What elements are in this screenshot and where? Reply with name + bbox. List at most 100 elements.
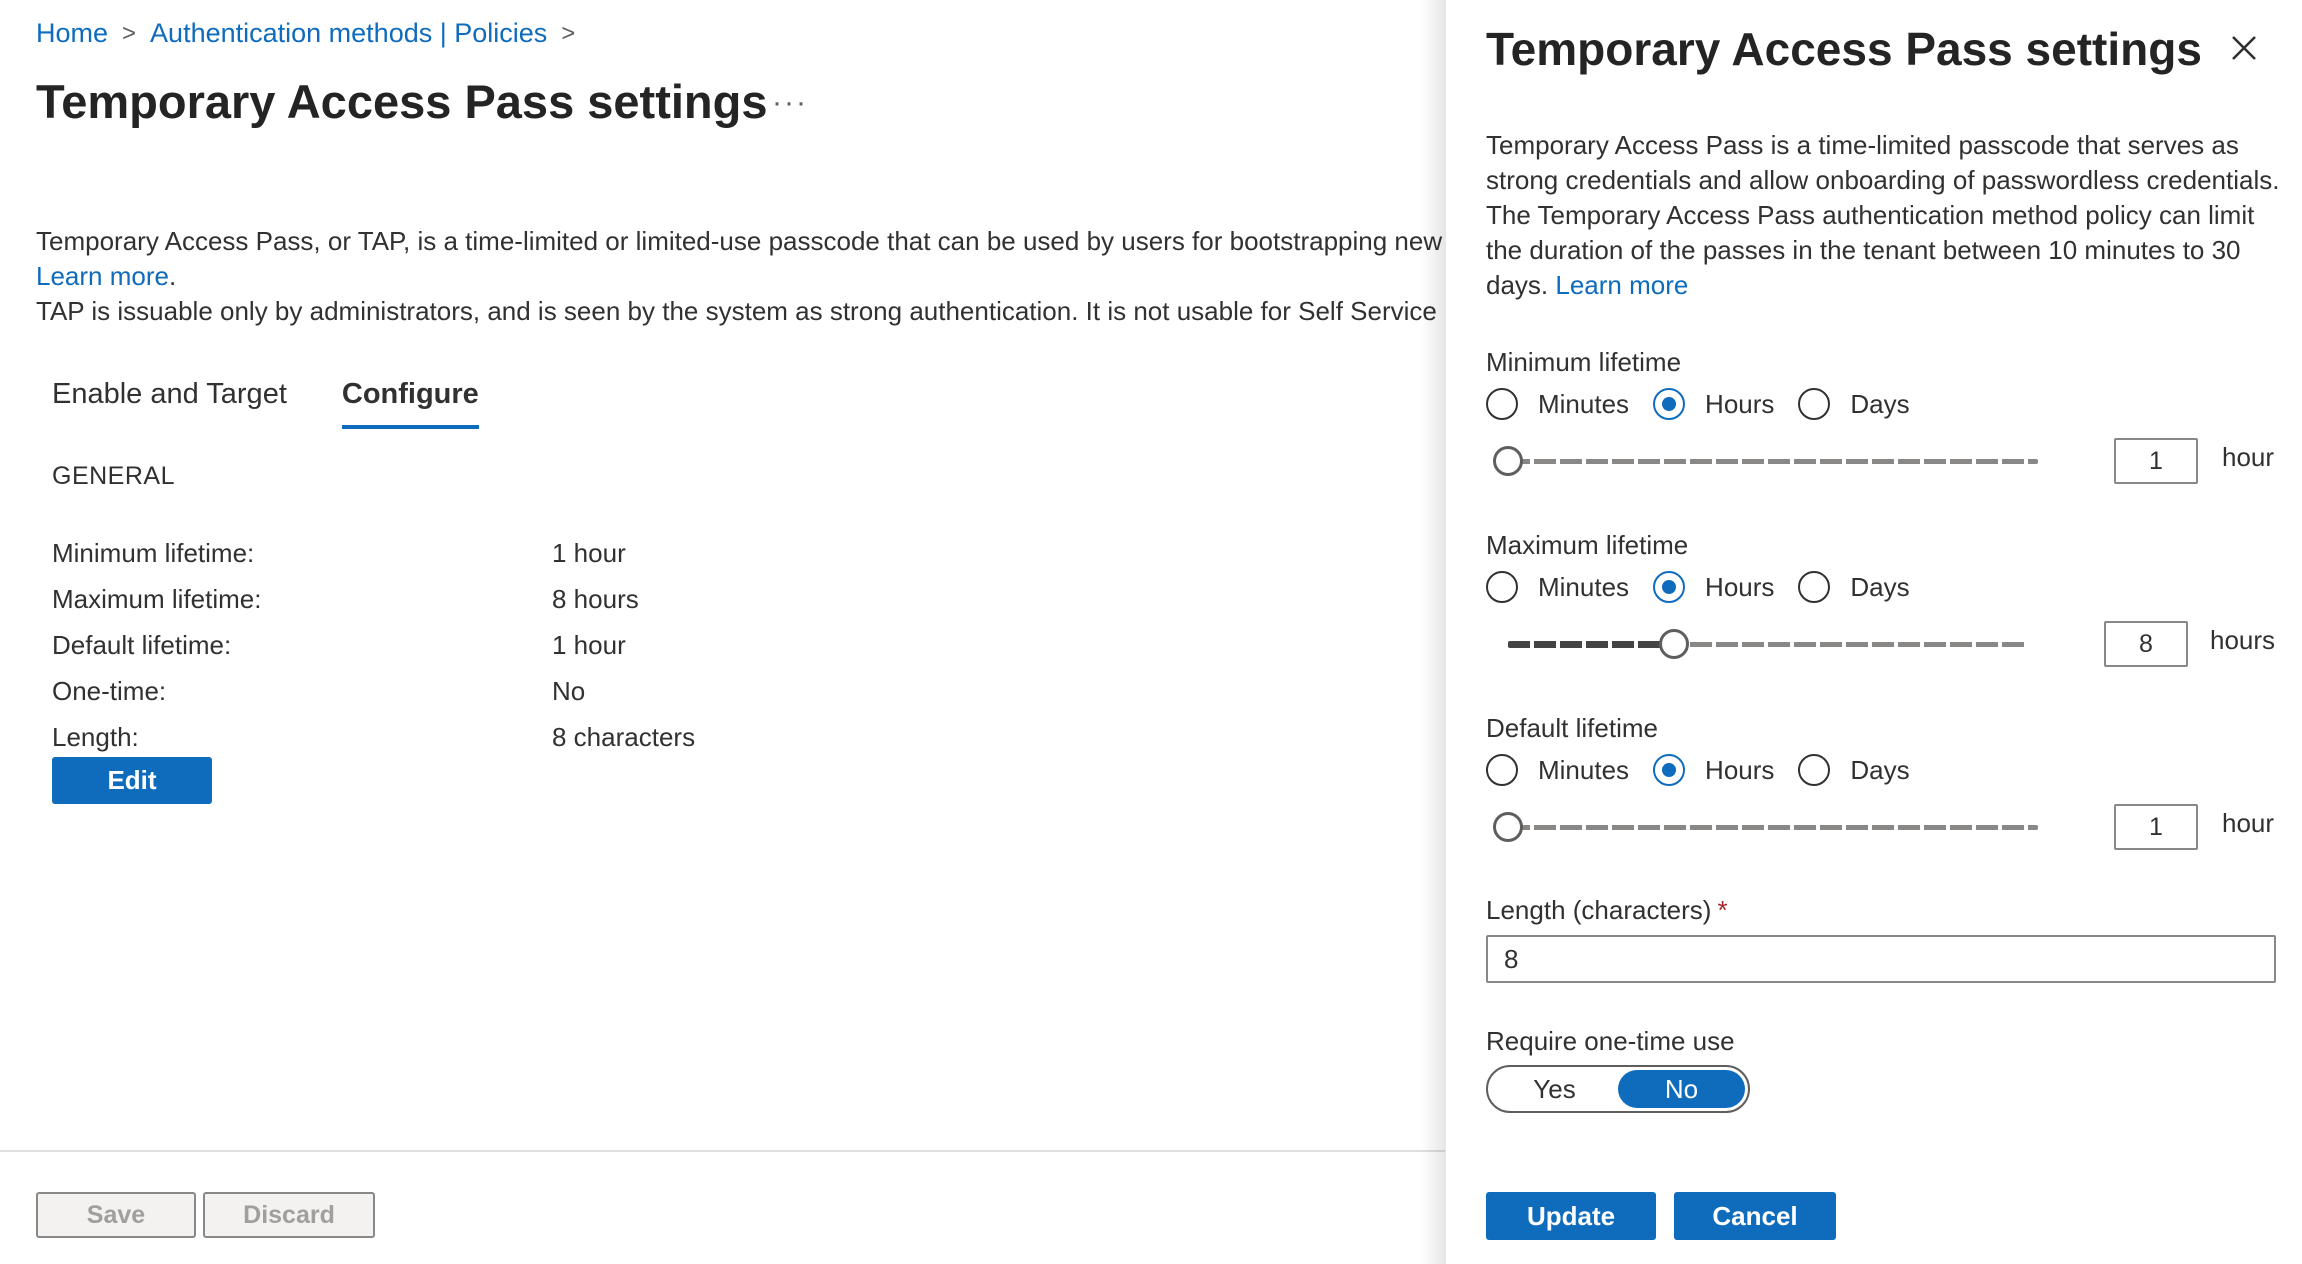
section-header-general: GENERAL — [52, 462, 175, 490]
summary-label: One-time: — [52, 675, 167, 706]
radio-circle — [1486, 754, 1518, 786]
radio-circle — [1653, 388, 1686, 420]
chevron-right-icon: > — [122, 19, 137, 47]
summary-label: Minimum lifetime: — [52, 537, 255, 568]
maximum-radio-minutes[interactable]: Minutes — [1486, 571, 1629, 603]
required-asterisk: * — [1717, 895, 1728, 925]
tab-configure[interactable]: Configure — [341, 378, 479, 429]
panel-learn-more-link[interactable]: Learn more — [1555, 270, 1688, 300]
maximum-lifetime-slider[interactable] — [1508, 627, 2028, 661]
summary-row-default-lifetime: Default lifetime: 1 hour — [52, 622, 695, 668]
summary-row-maximum-lifetime: Maximum lifetime: 8 hours — [52, 576, 695, 622]
one-time-use-toggle: Yes No — [1486, 1065, 1750, 1113]
summary-value: 1 hour — [552, 629, 626, 660]
slider-thumb[interactable] — [1493, 446, 1523, 476]
radio-label: Hours — [1705, 571, 1775, 602]
one-time-use-label: Require one-time use — [1486, 1026, 1735, 1056]
radio-label: Minutes — [1538, 388, 1630, 419]
one-time-no-option[interactable]: No — [1618, 1070, 1745, 1108]
summary-row-one-time: One-time: No — [52, 668, 695, 714]
default-radio-hours[interactable]: Hours — [1653, 754, 1774, 786]
minimum-lifetime-label: Minimum lifetime — [1486, 347, 1682, 377]
more-options-icon[interactable]: ··· — [772, 86, 808, 120]
radio-label: Minutes — [1538, 571, 1630, 602]
radio-label: Days — [1850, 388, 1910, 419]
slider-fill — [1508, 641, 1675, 648]
description-learn-more-line: Learn more. — [36, 259, 1446, 294]
minimum-lifetime-unit-group: Minutes Hours Days — [1486, 388, 1934, 420]
radio-label: Hours — [1705, 388, 1775, 419]
summary-value: 1 hour — [552, 537, 626, 568]
summary-value: No — [552, 675, 586, 706]
length-input[interactable]: 8 — [1486, 935, 2276, 983]
radio-circle — [1653, 571, 1686, 603]
radio-circle — [1653, 754, 1686, 786]
one-time-yes-option[interactable]: Yes — [1491, 1070, 1618, 1108]
minimum-lifetime-slider[interactable] — [1493, 444, 2038, 478]
radio-label: Days — [1850, 754, 1910, 785]
slider-thumb[interactable] — [1659, 629, 1690, 659]
maximum-radio-days[interactable]: Days — [1798, 571, 1910, 603]
summary-row-minimum-lifetime: Minimum lifetime: 1 hour — [52, 530, 695, 576]
maximum-radio-hours[interactable]: Hours — [1653, 571, 1774, 603]
cancel-button[interactable]: Cancel — [1674, 1192, 1836, 1240]
page-title: Temporary Access Pass settings — [36, 75, 768, 128]
description-line-1: Temporary Access Pass, or TAP, is a time… — [36, 226, 1446, 256]
radio-circle — [1486, 388, 1518, 420]
length-label-text: Length (characters) — [1486, 895, 1712, 925]
close-icon[interactable] — [2228, 32, 2260, 64]
default-radio-days[interactable]: Days — [1798, 754, 1910, 786]
panel-shadow — [1420, 0, 1446, 1264]
summary-value: 8 characters — [552, 721, 696, 752]
slider-track — [1508, 459, 2038, 464]
radio-label: Minutes — [1538, 754, 1630, 785]
chevron-right-icon: > — [561, 19, 576, 47]
description-line-2: TAP is issuable only by administrators, … — [36, 296, 1446, 326]
tab-enable-and-target[interactable]: Enable and Target — [52, 378, 287, 429]
slider-thumb[interactable] — [1493, 812, 1523, 842]
default-radio-minutes[interactable]: Minutes — [1486, 754, 1629, 786]
default-lifetime-unit: hour — [2222, 808, 2275, 838]
radio-circle — [1798, 388, 1831, 420]
radio-label: Days — [1850, 571, 1910, 602]
page-description: Temporary Access Pass, or TAP, is a time… — [36, 224, 1446, 329]
discard-button[interactable]: Discard — [203, 1192, 375, 1238]
description-period: . — [168, 261, 177, 291]
panel-description: Temporary Access Pass is a time-limited … — [1486, 128, 2286, 303]
breadcrumb: Home > Authentication methods | Policies… — [36, 18, 589, 49]
minimum-lifetime-value-input[interactable]: 1 — [2114, 438, 2198, 484]
breadcrumb-policies-link[interactable]: Authentication methods | Policies — [150, 18, 547, 49]
radio-circle — [1798, 571, 1831, 603]
settings-summary: Minimum lifetime: 1 hour Maximum lifetim… — [52, 530, 695, 760]
learn-more-link[interactable]: Learn more — [36, 261, 169, 291]
default-lifetime-slider[interactable] — [1493, 810, 2038, 844]
default-lifetime-value-input[interactable]: 1 — [2114, 804, 2198, 850]
edit-button[interactable]: Edit — [52, 757, 212, 804]
panel-title: Temporary Access Pass settings — [1486, 23, 2202, 75]
minimum-radio-hours[interactable]: Hours — [1653, 388, 1774, 420]
radio-circle — [1798, 754, 1831, 786]
slider-track — [1508, 825, 2038, 830]
tab-bar: Enable and Target Configure — [52, 378, 479, 429]
length-label: Length (characters) * — [1486, 895, 1728, 926]
radio-circle — [1486, 571, 1518, 603]
maximum-lifetime-unit-group: Minutes Hours Days — [1486, 571, 1934, 603]
summary-label: Default lifetime: — [52, 629, 232, 660]
summary-row-length: Length: 8 characters — [52, 714, 695, 760]
breadcrumb-home-link[interactable]: Home — [36, 18, 108, 49]
summary-value: 8 hours — [552, 583, 639, 614]
footer-divider — [0, 1150, 1445, 1152]
minimum-lifetime-unit: hour — [2222, 442, 2275, 472]
save-button[interactable]: Save — [36, 1192, 196, 1238]
radio-label: Hours — [1705, 754, 1775, 785]
maximum-lifetime-unit: hours — [2210, 625, 2276, 655]
default-lifetime-unit-group: Minutes Hours Days — [1486, 754, 1934, 786]
maximum-lifetime-value-input[interactable]: 8 — [2104, 621, 2188, 667]
summary-label: Length: — [52, 721, 139, 752]
minimum-radio-minutes[interactable]: Minutes — [1486, 388, 1629, 420]
update-button[interactable]: Update — [1486, 1192, 1656, 1240]
default-lifetime-label: Default lifetime — [1486, 713, 1658, 743]
summary-label: Maximum lifetime: — [52, 583, 262, 614]
minimum-radio-days[interactable]: Days — [1798, 388, 1910, 420]
maximum-lifetime-label: Maximum lifetime — [1486, 530, 1689, 560]
